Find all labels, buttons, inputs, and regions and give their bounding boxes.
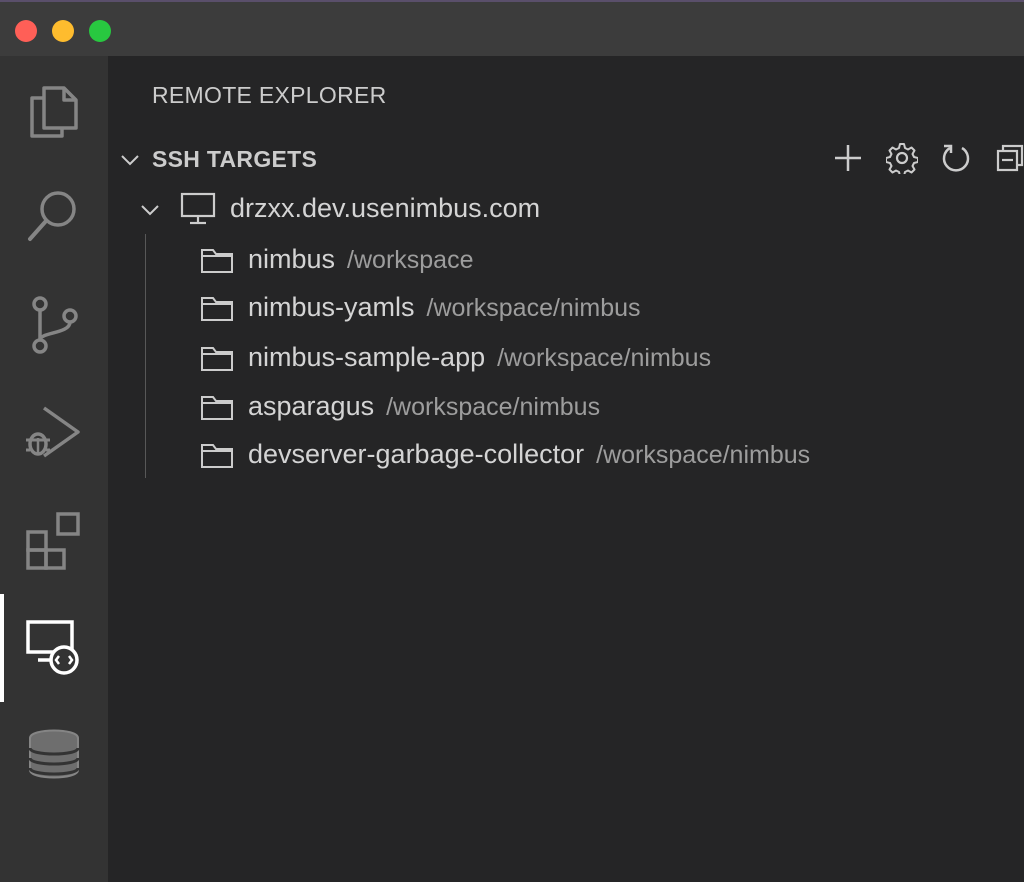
folder-path: /workspace: [347, 246, 474, 274]
activity-search[interactable]: [0, 161, 108, 269]
folder-item[interactable]: nimbus/workspace: [108, 238, 1024, 282]
section-label: SSH TARGETS: [152, 146, 318, 172]
folder-icon: [200, 246, 234, 279]
folder-path: /workspace/nimbus: [497, 344, 712, 372]
ssh-host-row[interactable]: drzxx.dev.usenimbus.com: [108, 188, 1024, 230]
folder-item[interactable]: nimbus-sample-app/workspace/nimbus: [108, 336, 1024, 380]
activity-extensions[interactable]: [0, 486, 108, 594]
activity-source-control[interactable]: [0, 270, 108, 378]
monitor-icon: [180, 192, 216, 231]
remote-explorer-icon: [24, 618, 84, 678]
activity-run-debug[interactable]: [0, 378, 108, 486]
folder-icon: [200, 344, 234, 377]
gear-icon: [885, 142, 919, 179]
title-bar: [0, 0, 1024, 56]
folder-name: nimbus-yamls: [248, 292, 415, 322]
sidebar-title: REMOTE EXPLORER: [152, 82, 387, 108]
folder-item[interactable]: asparagus/workspace/nimbus: [108, 385, 1024, 429]
chevron-down-icon[interactable]: [118, 148, 142, 177]
collapse-all-button[interactable]: [992, 142, 1024, 178]
folder-name: asparagus: [248, 391, 375, 421]
refresh-icon: [940, 142, 972, 179]
activity-remote-explorer[interactable]: [0, 594, 108, 702]
folder-item[interactable]: devserver-garbage-collector/workspace/ni…: [108, 433, 1024, 477]
zoom-window-button[interactable]: [89, 20, 111, 42]
database-icon: [24, 726, 84, 786]
folder-path: /workspace/nimbus: [386, 393, 601, 421]
source-control-icon: [24, 294, 84, 354]
close-window-button[interactable]: [15, 20, 37, 42]
folder-name: devserver-garbage-collector: [248, 439, 585, 469]
folder-name: nimbus: [248, 244, 336, 274]
host-label: drzxx.dev.usenimbus.com: [230, 193, 541, 223]
folder-path: /workspace/nimbus: [426, 294, 641, 322]
remote-explorer-sidebar: REMOTE EXPLORER SSH TARGETS drzxx.dev.us…: [108, 56, 1024, 882]
activity-bar: [0, 56, 108, 882]
ssh-targets-section-header[interactable]: SSH TARGETS: [108, 140, 1024, 180]
refresh-button[interactable]: [938, 142, 974, 178]
activity-explorer[interactable]: [0, 56, 108, 164]
run-debug-icon: [22, 402, 86, 462]
folder-icon: [200, 441, 234, 474]
activity-database[interactable]: [0, 702, 108, 810]
vscode-window: REMOTE EXPLORER SSH TARGETS drzxx.dev.us…: [0, 0, 1024, 882]
minimize-window-button[interactable]: [52, 20, 74, 42]
folder-path: /workspace/nimbus: [596, 441, 811, 469]
add-host-button[interactable]: [830, 142, 866, 178]
folder-name: nimbus-sample-app: [248, 342, 486, 372]
search-icon: [24, 185, 84, 245]
folder-icon: [200, 294, 234, 327]
add-icon: [833, 143, 863, 178]
folder-item[interactable]: nimbus-yamls/workspace/nimbus: [108, 286, 1024, 330]
explorer-icon: [26, 80, 82, 140]
chevron-down-icon[interactable]: [138, 198, 162, 227]
configure-button[interactable]: [884, 142, 920, 178]
folder-icon: [200, 393, 234, 426]
extensions-icon: [24, 510, 84, 570]
collapse-all-icon: [995, 143, 1024, 178]
